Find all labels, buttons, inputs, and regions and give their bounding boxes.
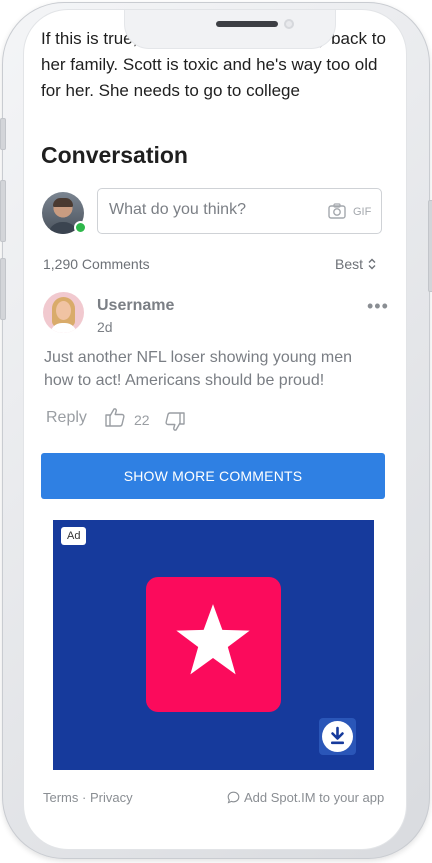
comment-timestamp: 2d	[97, 319, 113, 335]
comment-input-box[interactable]: GIF	[97, 188, 382, 234]
side-button-silent	[0, 118, 6, 150]
thumbs-up-icon[interactable]	[104, 406, 126, 428]
show-more-comments-button[interactable]: SHOW MORE COMMENTS	[41, 453, 385, 499]
chat-bubble-icon	[227, 791, 240, 804]
terms-link[interactable]: Terms	[43, 790, 78, 805]
phone-screen: If this is true, I hope she finds her wa…	[24, 10, 406, 849]
sort-chevron-icon	[368, 258, 376, 270]
ad-app-tile[interactable]	[146, 577, 281, 712]
gif-button[interactable]: GIF	[353, 206, 371, 218]
footer-links: Terms · Privacy	[43, 790, 133, 805]
speaker-grille	[216, 21, 278, 27]
avatar-face	[56, 301, 71, 320]
like-count: 22	[134, 412, 150, 428]
camera-icon[interactable]	[328, 203, 346, 219]
sort-label: Best	[335, 256, 364, 272]
download-circle	[322, 721, 353, 752]
side-button-power	[428, 200, 432, 292]
privacy-link[interactable]: Privacy	[90, 790, 133, 805]
conversation-title: Conversation	[41, 142, 188, 168]
star-icon	[176, 604, 250, 675]
online-status-dot	[74, 221, 87, 234]
comment-count: 1,290 Comments	[43, 256, 150, 272]
thumbs-down-icon[interactable]	[164, 411, 186, 433]
notch	[125, 10, 335, 48]
comment-body: Just another NFL loser showing young men…	[44, 349, 353, 389]
ad-banner[interactable]: Ad	[53, 520, 374, 770]
avatar-hair	[53, 198, 73, 207]
side-button-volume-up	[0, 180, 6, 242]
add-spotim-link[interactable]: Add Spot.IM to your app	[227, 790, 384, 805]
download-icon	[331, 726, 344, 745]
sort-dropdown[interactable]: Best	[335, 256, 376, 272]
add-spotim-label: Add Spot.IM to your app	[244, 790, 385, 805]
reply-button[interactable]: Reply	[46, 409, 87, 427]
comment-username[interactable]: Username	[97, 297, 174, 315]
side-button-volume-down	[0, 258, 6, 320]
comment-author-avatar[interactable]	[43, 292, 84, 333]
comment-input[interactable]	[109, 201, 309, 219]
more-options-icon[interactable]: •••	[367, 296, 389, 317]
footer-separator: ·	[82, 790, 87, 805]
ad-badge: Ad	[61, 527, 87, 545]
download-button[interactable]	[319, 718, 356, 755]
camera-icon	[284, 19, 294, 29]
